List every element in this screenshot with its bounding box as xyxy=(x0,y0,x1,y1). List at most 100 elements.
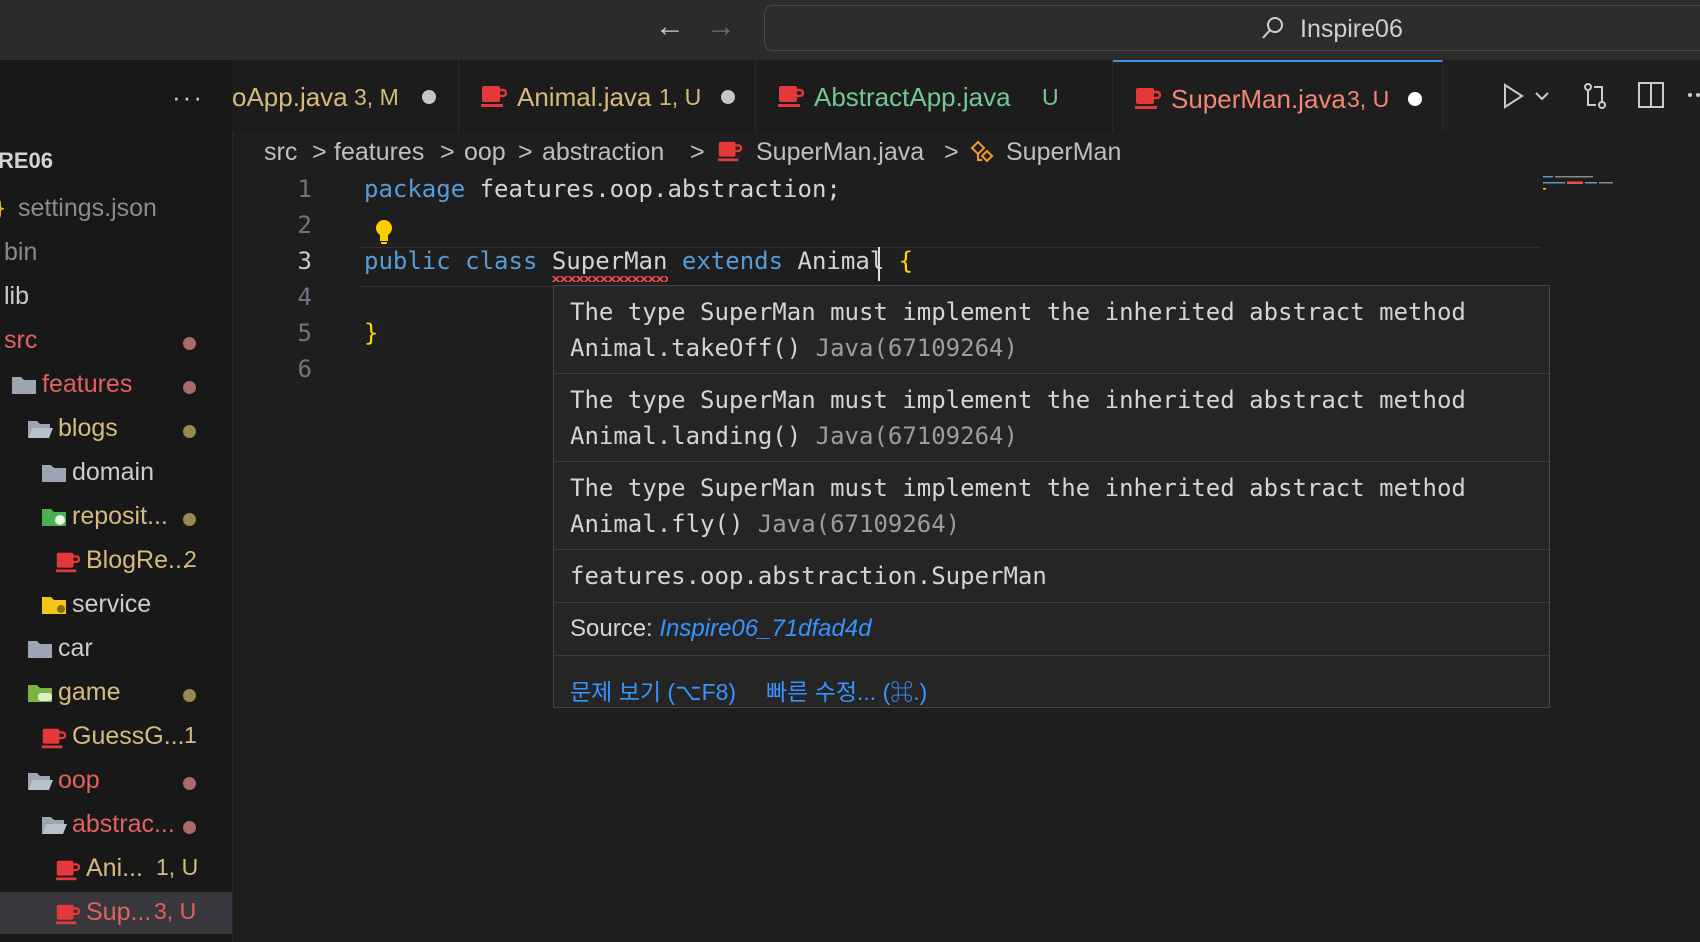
breadcrumb-class[interactable]: SuperMan xyxy=(1006,138,1121,167)
tree-item[interactable]: oop xyxy=(0,760,232,802)
breadcrumb-file[interactable]: SuperMan.java xyxy=(756,138,924,167)
quick-fix-link[interactable]: 빠른 수정... (⌘.) xyxy=(766,673,927,707)
folder-open-icon xyxy=(26,769,54,800)
back-button[interactable]: ← xyxy=(655,10,685,44)
command-center-search[interactable]: Inspire06 xyxy=(764,5,1700,51)
folder-icon xyxy=(10,373,38,404)
tab-animal-java[interactable]: Animal.java 1, U xyxy=(459,60,756,132)
split-editor-icon[interactable] xyxy=(1636,80,1666,110)
tree-item-label: blogs xyxy=(58,414,118,442)
chevron-down-icon[interactable] xyxy=(1534,90,1550,102)
tree-item-label: abstrac... xyxy=(72,810,175,838)
tab-oapp-java[interactable]: oApp.java 3, M xyxy=(232,60,459,132)
error-code: Java(67109264) xyxy=(757,510,961,538)
problem-badge: 2 xyxy=(184,546,197,572)
breadcrumb-abstraction[interactable]: abstraction xyxy=(542,138,664,167)
tree-item[interactable]: abstrac... xyxy=(0,804,232,846)
svg-text:}: } xyxy=(0,197,6,220)
tree-item-label: lib xyxy=(4,282,30,310)
tree-item-label: src xyxy=(4,326,38,354)
breadcrumb-separator: > xyxy=(944,138,959,166)
game-folder-icon xyxy=(26,681,56,712)
json-file-icon: } xyxy=(0,196,8,228)
keyword-package: package xyxy=(364,175,466,203)
source-link[interactable]: Inspire06_71dfad4d xyxy=(659,615,871,642)
tree-item[interactable]: reposit... xyxy=(0,496,232,538)
tree-item[interactable]: car xyxy=(0,628,232,670)
java-file-icon xyxy=(54,901,81,934)
tree-item[interactable]: src xyxy=(0,320,232,362)
tree-item[interactable]: service xyxy=(0,584,232,626)
unsaved-dot-icon[interactable] xyxy=(1408,92,1422,106)
tree-item-label: Sup... xyxy=(86,898,152,926)
tab-superman-java[interactable]: SuperMan.java 3, U xyxy=(1113,60,1443,132)
tree-item[interactable]: BlogRe... 2 xyxy=(0,540,232,582)
error-message: The type SuperMan must implement the inh… xyxy=(570,474,1466,502)
code-line-5: } xyxy=(364,319,378,347)
tree-item[interactable]: blogs xyxy=(0,408,232,450)
tree-item-label: features xyxy=(42,370,133,398)
forward-button[interactable]: → xyxy=(706,10,736,44)
source-label: Source: xyxy=(570,615,653,642)
keyword-extends: extends xyxy=(681,247,784,275)
tree-item[interactable]: features xyxy=(0,364,232,406)
tree-item[interactable]: GuessG... 1 xyxy=(0,716,232,758)
lightbulb-icon[interactable] xyxy=(372,217,396,247)
tree-item-label: reposit... xyxy=(72,502,168,530)
tab-badge: U xyxy=(1042,84,1059,110)
explorer-section-header[interactable]: RE06 xyxy=(0,140,232,182)
explorer-more-button[interactable]: ··· xyxy=(172,82,204,113)
line-number: 2 xyxy=(297,211,312,239)
tab-label: SuperMan.java xyxy=(1171,84,1346,114)
tree-item[interactable]: lib xyxy=(0,276,232,318)
class-name: SuperMan xyxy=(551,247,668,275)
tree-item[interactable]: game xyxy=(0,672,232,714)
breadcrumb-features[interactable]: features xyxy=(334,138,424,167)
tree-item[interactable]: Ani... 1, U xyxy=(0,848,232,890)
minimap[interactable] xyxy=(1543,174,1623,194)
hover-qualified-name: features.oop.abstraction.SuperMan xyxy=(554,550,1551,603)
breadcrumb-src[interactable]: src xyxy=(264,138,297,167)
java-file-icon xyxy=(778,86,804,107)
close-brace: } xyxy=(364,319,379,347)
breadcrumb-separator: > xyxy=(518,138,533,166)
keyword-class: class xyxy=(465,247,538,275)
line-number: 5 xyxy=(297,319,312,347)
tree-item-label: bin xyxy=(4,238,38,266)
line-number: 6 xyxy=(297,355,312,383)
java-file-icon xyxy=(54,549,81,582)
line-number: 4 xyxy=(297,283,312,311)
tab-badge: 1, U xyxy=(659,84,702,110)
tree-item[interactable]: Sup... 3, U xyxy=(0,892,232,934)
unsaved-dot-icon[interactable] xyxy=(721,90,735,104)
run-icon[interactable] xyxy=(1500,82,1526,110)
java-file-icon xyxy=(1135,88,1161,109)
tab-badge: 3, M xyxy=(354,84,399,110)
tree-item[interactable]: } settings.json xyxy=(0,188,232,230)
breadcrumb-separator: > xyxy=(690,138,705,166)
tree-item[interactable]: bin xyxy=(0,232,232,274)
tree-item-label: BlogRe... xyxy=(86,546,189,574)
breadcrumb-oop[interactable]: oop xyxy=(464,138,506,167)
java-file-icon xyxy=(54,857,81,890)
folder-open-icon xyxy=(26,417,54,448)
unsaved-dot-icon[interactable] xyxy=(422,90,436,104)
status-dot-icon xyxy=(183,425,196,438)
hover-source: Source: Inspire06_71dfad4d xyxy=(554,603,1551,656)
hover-error-2: The type SuperMan must implement the inh… xyxy=(554,374,1551,462)
tree-item[interactable]: domain xyxy=(0,452,232,494)
error-code: Java(67109264) xyxy=(815,422,1018,450)
folder-icon xyxy=(40,461,68,492)
view-problem-link[interactable]: 문제 보기 (⌥F8) xyxy=(570,673,736,707)
more-actions-icon[interactable] xyxy=(1688,90,1700,100)
compare-changes-icon[interactable] xyxy=(1580,80,1610,112)
status-dot-icon xyxy=(183,337,196,350)
tree-item-label: Ani... xyxy=(86,854,143,882)
tab-abstractapp-java[interactable]: AbstractApp.java U xyxy=(756,60,1113,132)
status-dot-icon xyxy=(183,777,196,790)
tree-item-label: oop xyxy=(58,766,100,794)
workspace-title: RE06 xyxy=(0,148,54,173)
line-number: 1 xyxy=(297,175,312,203)
error-method: Animal.takeOff() xyxy=(570,334,802,362)
line-number: 3 xyxy=(297,247,312,275)
